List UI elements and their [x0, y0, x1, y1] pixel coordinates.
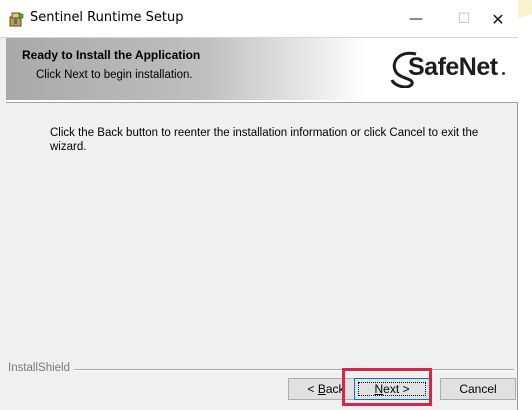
wizard-header: Ready to Install the Application Click N…: [6, 38, 518, 103]
window-title: Sentinel Runtime Setup: [30, 10, 184, 25]
focus-rectangle: [358, 382, 426, 396]
installshield-label: InstallShield: [8, 362, 75, 374]
logo-wordmark: SafeNet: [408, 53, 498, 81]
close-button[interactable]: ✕: [478, 0, 518, 38]
safenet-logo: SafeNet: [386, 46, 510, 90]
minimize-button[interactable]: —: [396, 0, 436, 38]
page-subtitle: Click Next to begin installation.: [36, 69, 193, 81]
next-button[interactable]: Next >: [354, 378, 430, 400]
page-title: Ready to Install the Application: [22, 48, 201, 62]
back-button[interactable]: < Back: [288, 378, 364, 400]
setup-window: Sentinel Runtime Setup — ☐ ✕ Ready to In…: [0, 0, 518, 410]
logo-dot: [502, 72, 505, 75]
back-accesskey: B: [317, 382, 326, 396]
cancel-button[interactable]: Cancel: [440, 378, 516, 400]
back-prefix: <: [307, 382, 318, 396]
title-bar[interactable]: Sentinel Runtime Setup — ☐ ✕: [0, 0, 518, 38]
footer-divider: [8, 369, 514, 371]
installer-box-icon: [9, 12, 24, 27]
instructions-text: Click the Back button to reenter the ins…: [50, 127, 479, 153]
back-label-rest: ack: [325, 382, 345, 396]
